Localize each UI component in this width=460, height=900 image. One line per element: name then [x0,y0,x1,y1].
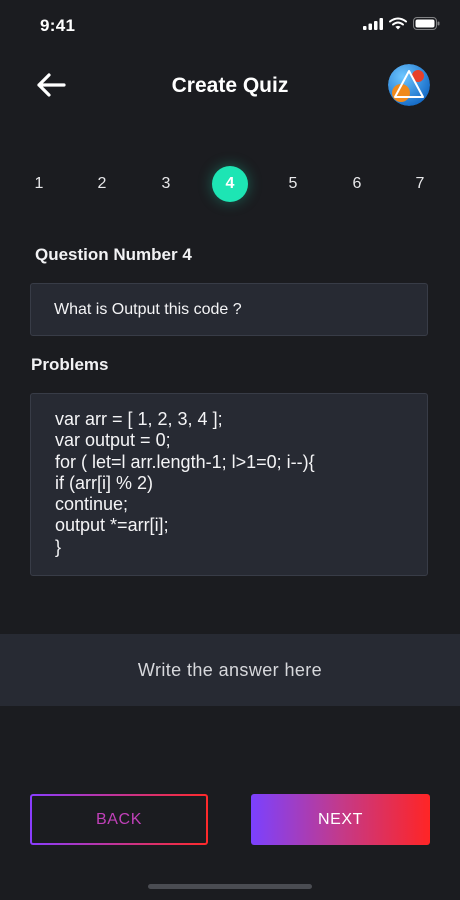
code-line: output *=arr[i]; [55,515,169,536]
step-2[interactable]: 2 [84,166,120,202]
step-6[interactable]: 6 [339,166,375,202]
answer-input[interactable]: Write the answer here [0,634,460,706]
step-5[interactable]: 5 [275,166,311,202]
avatar[interactable] [388,64,430,106]
step-1[interactable]: 1 [21,166,57,202]
back-button[interactable]: BACK [30,794,208,845]
code-line: for ( let=l arr.length-1; l>1=0; i--){ [55,451,315,472]
header: Create Quiz [0,60,460,116]
status-bar: 9:41 [0,0,460,54]
signal-icon [363,17,383,30]
code-line: if (arr[i] % 2) [55,472,154,493]
wifi-icon [389,17,407,30]
status-time: 9:41 [40,16,76,35]
avatar-image-icon [388,64,430,106]
question-text-field[interactable]: What is Output this code ? [30,283,428,336]
problems-label: Problems [31,355,109,374]
question-number-label: Question Number 4 [35,245,192,264]
code-line: continue; [55,494,129,515]
step-7[interactable]: 7 [402,166,438,202]
next-button[interactable]: NEXT [251,794,430,845]
question-stepper: 1 2 3 4 5 6 7 [0,166,460,202]
status-icons [363,17,440,30]
code-box[interactable]: var arr = [ 1, 2, 3, 4 ]; var output = 0… [30,393,428,576]
code-line: var arr = [ 1, 2, 3, 4 ]; [55,409,223,429]
home-indicator [148,884,312,889]
battery-icon [413,17,440,30]
code-line: var output = 0; [55,430,171,451]
step-4-active[interactable]: 4 [212,166,248,202]
step-3[interactable]: 3 [148,166,184,202]
code-line: } [55,536,62,557]
